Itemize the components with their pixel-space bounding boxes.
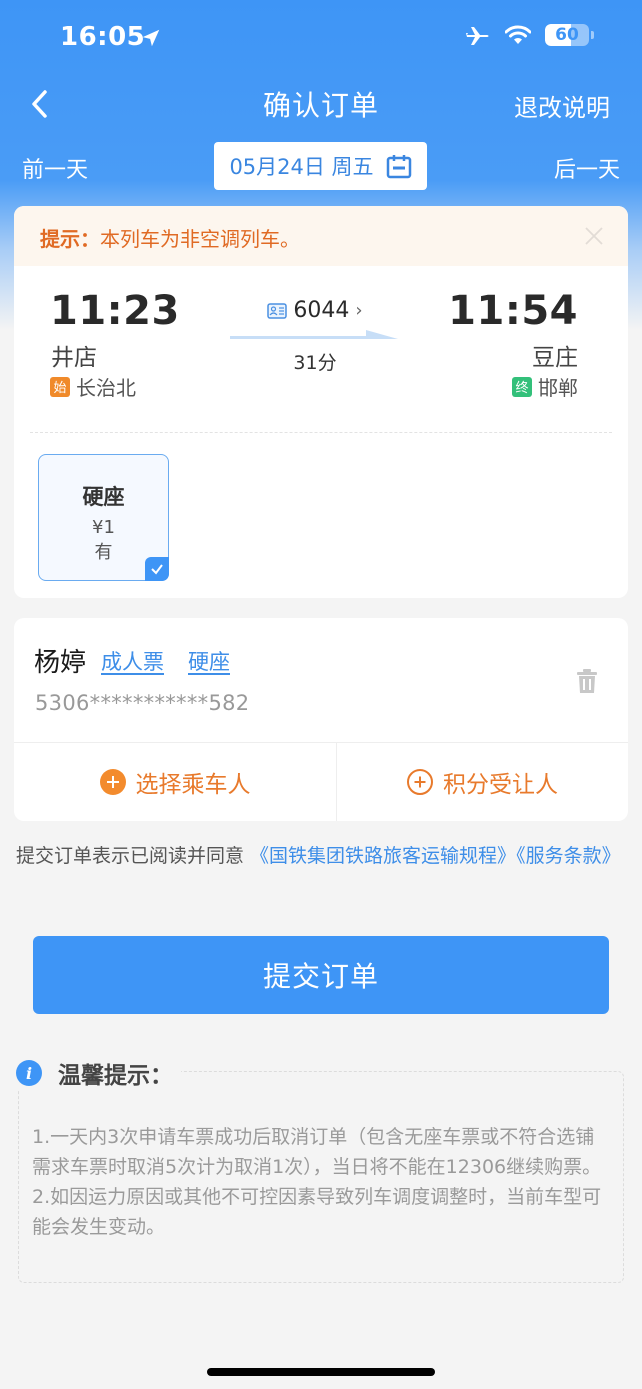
transport-rules-link[interactable]: 《国铁集团铁路旅客运输规程》	[250, 845, 516, 867]
airplane-icon	[466, 27, 489, 45]
service-terms-link[interactable]: 《服务条款》	[516, 845, 621, 867]
ticket-type-link[interactable]: 成人票	[101, 646, 164, 676]
select-passenger-button[interactable]: 选择乘车人	[14, 742, 336, 821]
prev-day-button[interactable]: 前一天	[22, 152, 88, 184]
status-time: 16:05	[60, 22, 146, 52]
tip-item: 2.如因运力原因或其他不可控因素导致列车调度调整时，当前车型可能会发生变动。	[32, 1186, 602, 1238]
trash-icon[interactable]	[576, 668, 598, 694]
origin-badge: 始	[50, 376, 70, 397]
plus-circle-outline-icon	[407, 768, 433, 795]
train-info-card: 提示：本列车为非空调列车。 11:23 井店 始 长治北 6044 › 31分 …	[14, 206, 628, 598]
departure-time: 11:23	[50, 288, 180, 334]
travel-duration: 31分	[293, 352, 337, 374]
terminal-station-row: 终 邯郸	[512, 372, 578, 401]
close-icon[interactable]	[582, 224, 606, 248]
selected-date: 05月24日 周五	[229, 155, 374, 179]
passenger-card: 杨婷 成人票 硬座 5306***********582 选择乘车人 积分受让人	[14, 618, 628, 821]
status-icons: 60	[465, 24, 594, 46]
battery-icon: 60	[545, 24, 594, 46]
tips-header: i 温馨提示：	[16, 1056, 181, 1090]
next-day-button[interactable]: 后一天	[554, 152, 620, 184]
chevron-right-icon: ›	[355, 300, 363, 321]
tips-body: 1.一天内3次申请车票成功后取消订单（包含无座车票或不符合选铺需求车票时取消5次…	[32, 1122, 612, 1242]
seat-type-link[interactable]: 硬座	[188, 646, 230, 676]
origin-station: 长治北	[76, 376, 136, 400]
tips-title: 温馨提示：	[58, 1063, 173, 1089]
points-beneficiary-button[interactable]: 积分受让人	[337, 742, 628, 821]
refund-rules-link[interactable]: 退改说明	[514, 88, 610, 123]
plus-circle-icon	[99, 768, 126, 795]
date-picker-button[interactable]: 05月24日 周五	[214, 142, 427, 190]
battery-level: 60	[555, 25, 579, 45]
passenger-id-number: 5306***********582	[35, 691, 250, 715]
notice-banner: 提示：本列车为非空调列车。	[14, 206, 628, 266]
calendar-icon	[386, 155, 411, 179]
notice-label: 提示：	[40, 227, 100, 251]
checkmark-icon	[145, 557, 169, 581]
passenger-name: 杨婷	[34, 648, 87, 678]
location-arrow-icon	[142, 29, 160, 47]
date-selector: 前一天 05月24日 周五 后一天	[0, 140, 642, 192]
route-arrow-icon	[230, 330, 398, 339]
terminal-badge: 终	[512, 376, 532, 397]
arrival-station: 豆庄	[532, 345, 578, 371]
seat-option-hard-seat[interactable]: 硬座 ¥1 有	[38, 454, 169, 581]
train-id-icon	[267, 302, 288, 319]
departure-station: 井店	[51, 345, 97, 371]
nav-bar: 确认订单 退改说明	[0, 78, 642, 132]
terminal-station: 邯郸	[538, 376, 578, 400]
arrival-time: 11:54	[448, 288, 578, 334]
points-beneficiary-label: 积分受让人	[443, 771, 558, 798]
tip-item: 1.一天内3次申请车票成功后取消订单（包含无座车票或不符合选铺需求车票时取消5次…	[32, 1126, 602, 1178]
origin-station-row: 始 长治北	[50, 372, 136, 401]
wifi-icon	[505, 25, 531, 44]
notice-message: 本列车为非空调列车。	[100, 227, 300, 251]
battery-tip	[591, 31, 594, 39]
battery-indicator: 60	[545, 24, 589, 46]
divider	[30, 432, 612, 433]
agreement-prefix: 提交订单表示已阅读并同意	[16, 845, 251, 867]
agreement-text: 提交订单表示已阅读并同意 《国铁集团铁路旅客运输规程》《服务条款》	[16, 838, 626, 874]
train-number: 6044	[293, 298, 350, 323]
train-number-link[interactable]: 6044 ›	[230, 298, 400, 323]
seat-price: ¥1	[92, 517, 115, 538]
notice-text: 提示：本列车为非空调列车。	[40, 223, 300, 252]
status-bar: 16:05 60	[0, 0, 642, 78]
select-passenger-label: 选择乘车人	[135, 771, 251, 798]
seat-name: 硬座	[82, 485, 125, 509]
info-icon: i	[16, 1060, 42, 1086]
submit-order-button[interactable]: 提交订单	[33, 936, 609, 1014]
home-indicator	[207, 1368, 435, 1376]
